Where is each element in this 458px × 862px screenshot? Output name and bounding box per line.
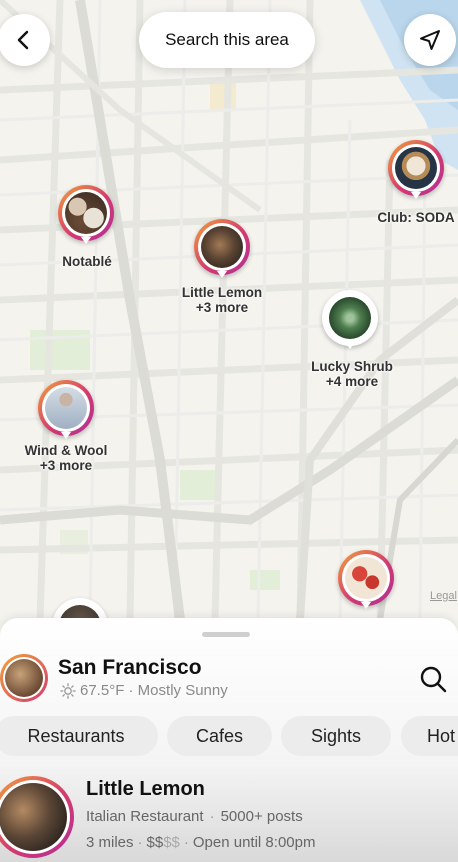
search-icon [420, 666, 447, 693]
back-chevron-icon [17, 30, 29, 50]
place-price: $$ [146, 834, 164, 851]
bottom-sheet[interactable]: San Francisco 67.5°F · Mostly Sunny Rest… [0, 618, 458, 862]
pin-label: Little Lemon +3 more [181, 285, 263, 315]
weather-info: 67.5°F · Mostly Sunny [60, 682, 228, 699]
place-meta: Italian Restaurant · 5000+ posts [86, 808, 303, 825]
city-name: San Francisco [58, 656, 202, 679]
place-result[interactable]: Little Lemon Italian Restaurant · 5000+ po… [0, 772, 458, 862]
weather-text: 67.5°F · Mostly Sunny [80, 682, 228, 699]
place-posts: 5000+ posts [220, 808, 303, 825]
place-details: 3 miles · $$$$ · Open until 8:00pm [86, 834, 316, 851]
map-pin[interactable] [52, 598, 108, 620]
chip-restaurants[interactable]: Restaurants [0, 716, 158, 756]
map-pin-little-lemon[interactable] [194, 219, 250, 278]
place-category: Italian Restaurant [86, 808, 204, 825]
place-name: Little Lemon [86, 778, 205, 800]
chip-sights[interactable]: Sights [281, 716, 391, 756]
my-location-button[interactable] [404, 14, 456, 66]
map-pin-notable[interactable] [58, 185, 114, 244]
map-view[interactable]: Search this area Notablé Little Lemon +3… [0, 0, 458, 620]
city-avatar [0, 654, 48, 702]
place-avatar [0, 776, 74, 858]
search-button[interactable] [418, 664, 448, 699]
pin-label: Lucky Shrub +4 more [311, 359, 393, 389]
pin-label: Club: SODA [377, 210, 455, 225]
place-price-inactive: $$ [163, 834, 180, 851]
sheet-drag-handle[interactable] [202, 632, 250, 637]
sun-icon [60, 682, 76, 699]
place-hours: Open until 8:00pm [192, 834, 316, 851]
pin-label: Wind & Wool +3 more [24, 443, 108, 473]
map-pin-club-soda[interactable] [388, 140, 444, 199]
search-this-area-button[interactable]: Search this area [139, 12, 315, 68]
map-pin[interactable] [338, 550, 394, 609]
map-pin-wind-wool[interactable] [38, 380, 94, 439]
map-pin-lucky-shrub[interactable] [322, 290, 378, 349]
place-distance: 3 miles [86, 834, 134, 851]
chip-hotels[interactable]: Hot [401, 716, 458, 756]
chip-cafes[interactable]: Cafes [167, 716, 272, 756]
back-button[interactable] [0, 14, 50, 66]
legal-link[interactable]: Legal [430, 590, 457, 602]
pin-label: Notablé [62, 254, 112, 269]
navigation-arrow-icon [420, 30, 440, 50]
category-chips: Restaurants Cafes Sights Hot [0, 716, 458, 756]
